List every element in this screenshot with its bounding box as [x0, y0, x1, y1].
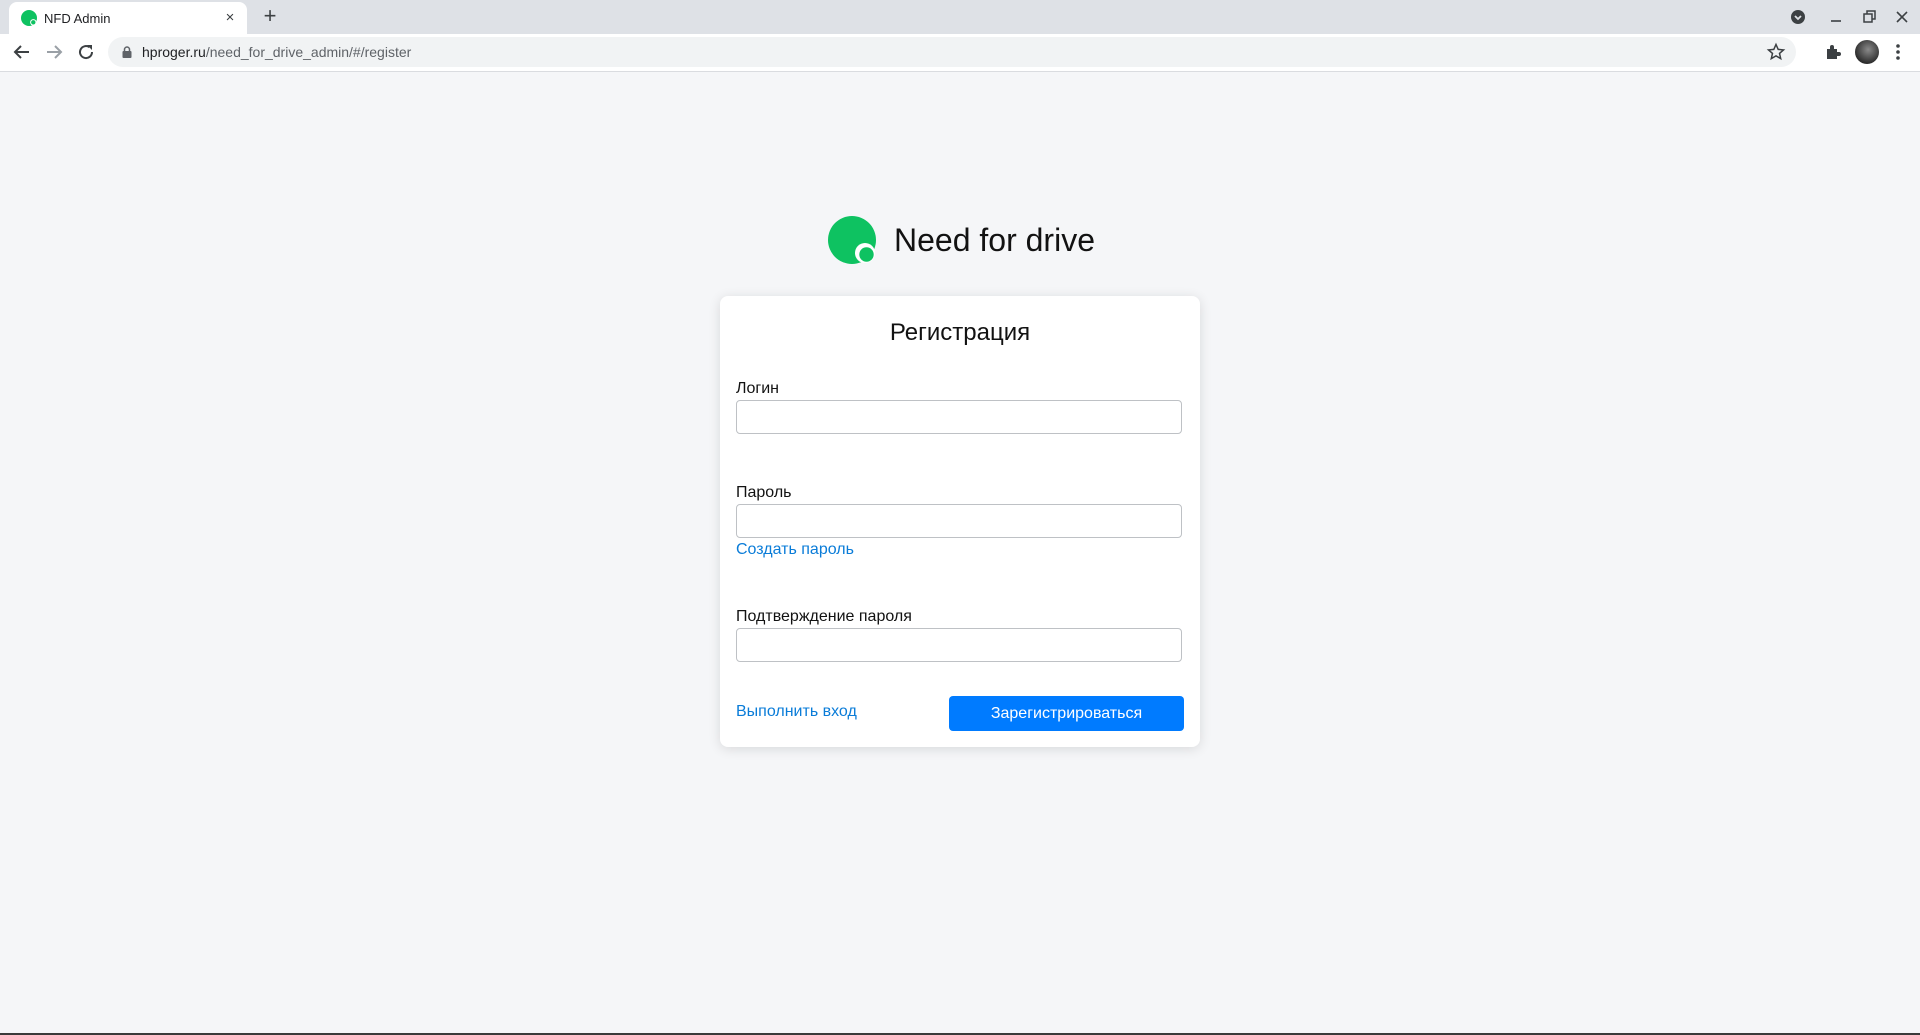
back-icon[interactable] — [10, 40, 34, 64]
tab-search-icon[interactable] — [1787, 6, 1809, 28]
register-card: Регистрация Логин Пароль Создать пароль … — [720, 296, 1200, 747]
logo-icon — [828, 216, 876, 264]
star-icon[interactable] — [1766, 42, 1786, 62]
url-path: /need_for_drive_admin/#/register — [205, 44, 412, 60]
login-input[interactable] — [736, 400, 1182, 434]
restore-icon[interactable] — [1858, 6, 1880, 28]
avatar[interactable] — [1855, 40, 1879, 64]
login-label: Логин — [736, 380, 780, 397]
more-icon[interactable] — [1886, 40, 1910, 64]
brand-name: Need for drive — [894, 221, 1095, 258]
address-bar[interactable]: hproger.ru/need_for_drive_admin/#/regist… — [108, 37, 1796, 67]
browser-toolbar: hproger.ru/need_for_drive_admin/#/regist… — [0, 34, 1920, 72]
register-button[interactable]: Зарегистрироваться — [949, 696, 1184, 731]
plus-icon[interactable]: + — [258, 5, 282, 29]
tab-title: NFD Admin — [44, 11, 111, 26]
forward-icon[interactable] — [42, 40, 66, 64]
extensions-icon[interactable] — [1823, 42, 1843, 62]
confirm-password-label: Подтверждение пароля — [736, 608, 912, 625]
tab-strip: NFD Admin × + — [0, 0, 1920, 34]
brand-header: Need for drive — [828, 215, 1095, 265]
login-link[interactable]: Выполнить вход — [736, 703, 857, 721]
page-title: Регистрация — [889, 319, 1031, 346]
window-close-icon[interactable] — [1891, 6, 1913, 28]
password-input[interactable] — [736, 504, 1182, 538]
create-password-link[interactable]: Создать пароль — [736, 541, 854, 559]
url-text[interactable]: hproger.ru/need_for_drive_admin/#/regist… — [142, 44, 411, 60]
favicon-icon — [21, 10, 37, 26]
confirm-password-input[interactable] — [736, 628, 1182, 662]
browser-tab[interactable]: NFD Admin × — [9, 2, 247, 34]
password-label: Пароль — [736, 484, 792, 501]
minimize-icon[interactable] — [1825, 6, 1847, 28]
reload-icon[interactable] — [74, 40, 98, 64]
url-host: hproger.ru — [142, 44, 206, 60]
lock-icon[interactable] — [120, 45, 134, 59]
close-icon[interactable]: × — [221, 9, 239, 27]
